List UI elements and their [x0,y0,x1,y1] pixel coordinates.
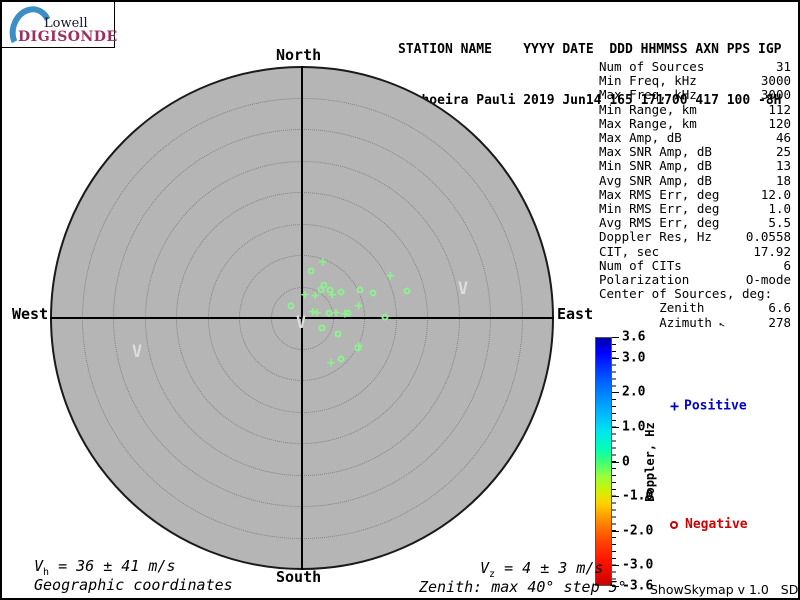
skymap-point-positive: + [318,253,327,270]
v-marker: V [131,342,143,362]
skymap-point-negative [354,344,362,352]
skymap-point-negative [287,302,295,310]
compass-east-label: East [557,305,594,323]
colorbar-major-tick [612,426,619,428]
stats-row: Min SNR Amp, dB 13 [599,158,791,174]
colorbar-major-tick [612,461,619,463]
skymap-point-negative [344,309,352,317]
stats-row: CIT, sec 17.92 [599,243,791,259]
colorbar-major-tick [612,392,619,394]
skymap-point-positive: + [385,267,395,284]
colorbar-tick-label: 1.0 [622,419,646,435]
showskymap-window: Lowell DIGISONDE STATION NAME YYYY DATE … [0,0,800,600]
colorbar-major-tick [612,530,619,532]
colorbar-tick-label: -2.0 [622,523,654,539]
stats-row: Max Amp, dB 46 [599,130,791,146]
colorbar-title: Doppler, Hz [643,422,657,502]
stats-row: Max Freq, kHz 3000 [599,87,791,103]
skymap-point-negative [337,355,345,363]
stats-row: Zenith 6.6 [599,300,791,316]
legend-positive: + Positive [670,397,747,415]
zenith-scale-note: Zenith: max 40° step 5° [419,578,627,596]
stats-row: Num of Sources 31 [599,59,791,74]
skymap-point-negative [318,324,326,332]
v-marker: V [295,313,307,333]
colorbar-major-tick [612,337,619,338]
skymap-point-negative [381,313,389,321]
doppler-colorbar [595,337,612,586]
skymap-point-negative [307,267,315,275]
legend-positive-label: Positive [684,398,747,414]
stats-row: Min RMS Err, deg 1.0 [599,201,791,217]
colorbar-tick-label: 3.6 [622,329,646,345]
skymap-point-negative [403,287,411,295]
plus-marker-icon: + [670,397,680,415]
stats-row: Avg RMS Err, deg 5.5 [599,215,791,231]
station-header-columns: STATION NAME YYYY DATE DDD HHMMSS AXN PP… [398,42,782,57]
colorbar-major-tick [612,357,619,359]
stats-row: Max SNR Amp, dB 25 [599,144,791,160]
horizontal-velocity-readout: Vh = 36 ± 41 m/s [34,557,176,578]
circle-marker-icon [670,520,678,529]
stats-panel: Num of Sources 31 Min Freq, kHz 3000 Max Fre… [599,59,791,332]
vertical-velocity-readout: Vz = 4 ± 3 m/s [480,559,604,580]
colorbar-major-tick [612,496,619,498]
skymap-point-negative [325,309,333,317]
colorbar-major-tick [612,565,619,567]
compass-north-label: North [276,46,322,64]
v-marker: V [457,279,469,299]
colorbar-tick-label: 2.0 [622,384,646,400]
skymap-point-positive: + [326,354,336,371]
stats-row: Num of CITs 6 [599,257,791,273]
legend-negative: Negative [670,517,748,532]
lowell-digisonde-logo: Lowell DIGISONDE [2,2,118,61]
skymap-point-negative [369,289,377,297]
stats-row: Max RMS Err, deg 12.0 [599,186,791,202]
skymap-point-negative [326,286,334,294]
logo-digisonde-text: DIGISONDE [18,29,118,45]
stats-row: Avg SNR Amp, dB 18 [599,172,791,188]
skymap-point-positive: + [331,304,341,321]
colorbar-tick-label: 0 [622,454,630,469]
stats-row: Max Range, km 120 [599,115,791,131]
compass-west-label: West [12,305,49,323]
compass-south-label: South [276,568,322,586]
stats-row: Min Freq, kHz 3000 [599,73,791,89]
stats-row: Min Range, km 112 [599,101,791,117]
skymap-point-negative [337,288,345,296]
skymap-point-positive: + [354,298,363,315]
colorbar-tick-label: -3.0 [622,557,654,573]
coordinate-system-label: Geographic coordinates [34,576,233,594]
skymap-point-positive: + [312,304,322,321]
stats-row: Center of Sources, deg: [599,286,773,302]
software-version: ShowSkymap v 1.0 SD v 5.1 [650,582,799,597]
stats-row: Polarization O-mode [599,272,791,288]
legend-negative-label: Negative [685,517,748,532]
skymap-point-negative [356,286,364,294]
skymap-point-negative [334,330,342,338]
skymap-point-positive: + [300,286,310,303]
colorbar-tick-label: 3.0 [622,350,646,366]
skymap-point-negative [317,286,325,294]
stats-row: Doppler Res, Hz 0.0558 [599,229,791,245]
